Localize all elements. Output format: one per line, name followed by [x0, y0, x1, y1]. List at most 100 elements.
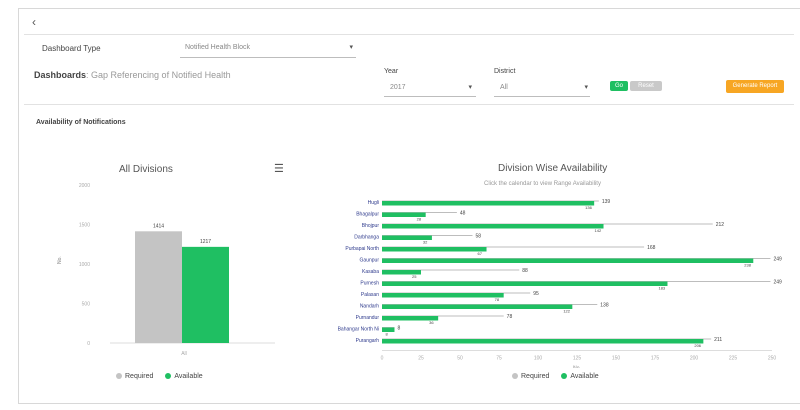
bar-available [382, 224, 604, 229]
year-value: 2017 [390, 84, 406, 91]
data-label-available: 206 [694, 343, 701, 348]
year-label: Year [384, 68, 399, 75]
page-title-bold: Dashboards [34, 70, 87, 80]
x-tick-label: 75 [496, 356, 502, 362]
legend-label: Available [570, 373, 599, 380]
y-tick-label: 500 [82, 302, 91, 308]
district-value: All [500, 84, 508, 91]
chevron-down-icon: ▾ [349, 44, 353, 51]
legend-label: Required [521, 373, 550, 380]
category-label: Gaunpur [360, 258, 380, 264]
data-label: 1414 [153, 223, 164, 229]
bar-required [135, 231, 182, 343]
legend-label: Required [125, 373, 154, 380]
data-label-required: 168 [647, 245, 656, 251]
x-tick-label: 0 [381, 356, 384, 362]
category-label: Hugli [368, 200, 379, 206]
legend-swatch [116, 373, 122, 379]
dashboard-type-label: Dashboard Type [42, 44, 101, 53]
y-tick-label: 1000 [79, 262, 90, 268]
chart-title-all-divisions: All Divisions [119, 164, 173, 175]
legend-swatch [165, 373, 172, 379]
generate-report-button[interactable]: Generate Report [726, 80, 784, 93]
section-title: Availability of Notifications [36, 119, 126, 126]
data-label-required: 78 [507, 314, 513, 320]
x-tick-label: All [181, 351, 187, 357]
bar-available [382, 327, 395, 332]
bar-available [382, 281, 668, 286]
legend-item-available[interactable]: Available [561, 373, 599, 380]
data-label-required: 249 [773, 280, 782, 286]
bar-available [382, 247, 487, 252]
category-label: Bahangar North Ni [338, 327, 379, 333]
data-label-required: 212 [716, 222, 725, 228]
data-label-required: 8 [397, 326, 400, 332]
category-label: Nandarh [360, 304, 379, 310]
select-underline [180, 57, 356, 58]
y-tick-label: 2000 [79, 183, 90, 189]
data-label-available: 122 [563, 309, 570, 314]
data-label-available: 8 [385, 332, 388, 337]
bar-available [382, 339, 704, 344]
bar-available [382, 258, 754, 263]
legend-swatch [512, 373, 518, 379]
district-select[interactable]: All ▾ [500, 84, 588, 91]
bar-available [382, 304, 573, 309]
chevron-down-icon: ▾ [468, 84, 472, 91]
x-tick-label: 175 [651, 356, 660, 362]
x-tick-label: 100 [534, 356, 543, 362]
data-label-available: 78 [495, 297, 500, 302]
divider [24, 104, 794, 105]
legend-item-required[interactable]: Required [512, 373, 549, 380]
data-label-available: 25 [412, 274, 417, 279]
chevron-down-icon: ▾ [584, 84, 588, 91]
data-label-available: 32 [423, 240, 428, 245]
chart-all-divisions: 0 500 1000 1500 2000 No. 1414 1217 All [57, 183, 275, 357]
x-tick-label: 250 [768, 356, 777, 362]
legend-swatch [561, 373, 568, 379]
data-label-required: 211 [714, 337, 722, 343]
y-axis-label: No. [57, 256, 63, 264]
chart-title-division-wise: Division Wise Availability [498, 163, 608, 174]
y-tick-label: 1500 [79, 223, 90, 229]
category-label: Purnesh [360, 281, 379, 287]
reset-button[interactable]: Reset [630, 81, 662, 91]
x-tick-label: 50 [457, 356, 463, 362]
chart-subtitle: Click the calendar to view Range Availab… [484, 181, 601, 187]
chevron-left-icon[interactable]: ‹ [32, 15, 36, 29]
data-label-required: 138 [600, 303, 609, 309]
category-label: Palasan [361, 292, 379, 298]
data-label-required: 139 [602, 199, 611, 205]
dashboard-type-select[interactable]: Notified Health Block ▾ [185, 44, 353, 51]
category-label: Purangarh [356, 338, 380, 344]
data-label-required: 58 [475, 234, 481, 240]
year-select[interactable]: 2017 ▾ [390, 84, 472, 91]
data-label-available: 136 [585, 205, 592, 210]
x-tick-label: 25 [418, 356, 424, 362]
page-title-rest: : Gap Referencing of Notified Health [86, 70, 231, 80]
go-button[interactable]: Go [610, 81, 628, 91]
legend-left: Required Available [116, 373, 203, 380]
data-label-available: 183 [658, 286, 665, 291]
category-label: Purbapai North [345, 246, 379, 252]
category-label: Darbhanga [354, 235, 379, 241]
data-label-available: 67 [478, 251, 483, 256]
x-tick-label: 200 [690, 356, 699, 362]
data-label-required: 249 [773, 257, 782, 263]
x-tick-label: 150 [612, 356, 621, 362]
data-label-required: 95 [533, 291, 539, 297]
bar-available [382, 201, 595, 206]
data-label-available: 142 [595, 228, 602, 233]
bar-available [182, 246, 229, 343]
x-axis-label: No. [573, 366, 581, 369]
dashboard-type-value: Notified Health Block [185, 44, 250, 51]
district-label: District [494, 68, 516, 75]
legend-item-required[interactable]: Required [116, 373, 153, 380]
legend-item-available[interactable]: Available [165, 373, 203, 380]
hamburger-menu-icon[interactable]: ☰ [274, 162, 284, 175]
chart-division-wise: Hugli 139 136 Bhagalpur 48 28 Bhojpur 212 142 Dar… [338, 199, 782, 369]
data-label-available: 238 [744, 263, 751, 268]
data-label-required: 48 [460, 211, 466, 217]
legend-right: Required Available [512, 373, 599, 380]
bar-available [382, 293, 504, 298]
